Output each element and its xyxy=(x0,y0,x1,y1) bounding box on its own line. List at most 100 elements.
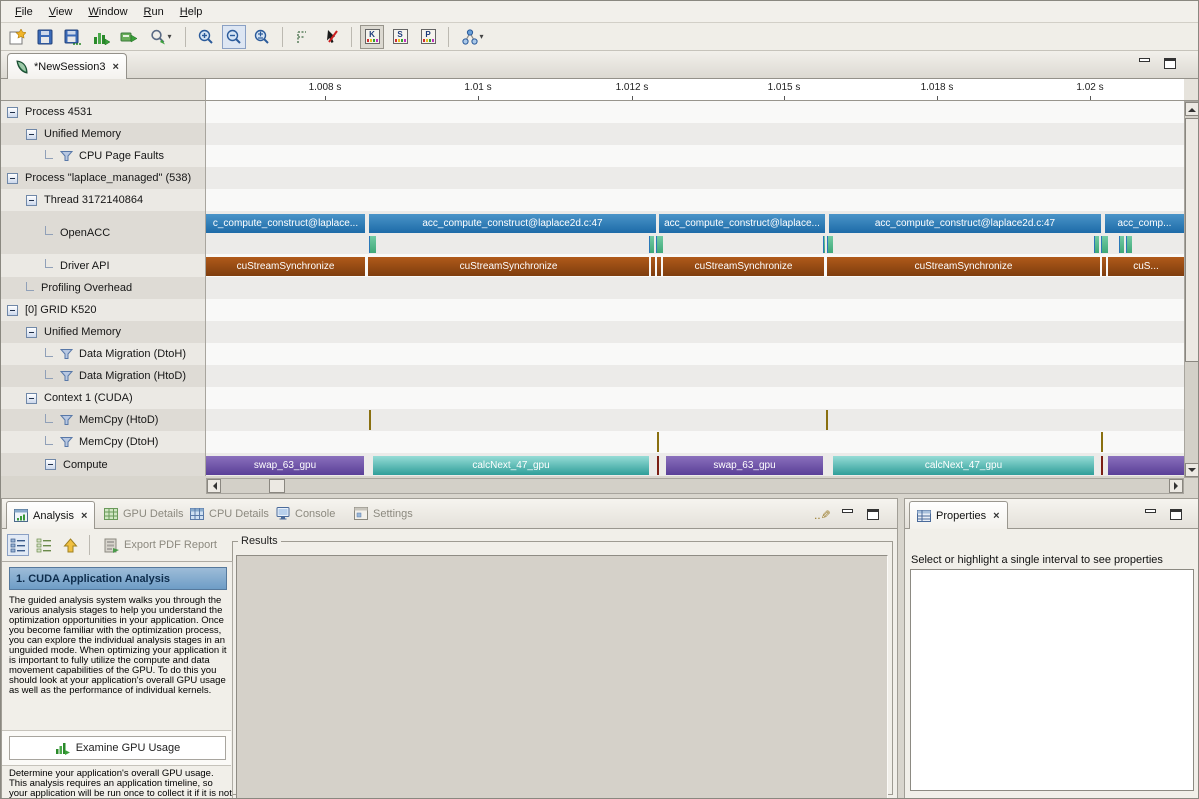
timeline-bar-calc[interactable]: calcNext_47_gpu xyxy=(373,456,649,475)
tree-row[interactable]: Data Migration (HtoD) xyxy=(1,365,205,387)
marker-f-button[interactable] xyxy=(291,25,315,49)
tree-expander-minus[interactable] xyxy=(7,173,18,184)
minimize-editor-icon[interactable] xyxy=(1139,58,1150,67)
vscroll-thumb[interactable] xyxy=(1185,118,1199,362)
timeline-bar-tick[interactable] xyxy=(826,410,828,430)
timeline-row[interactable] xyxy=(206,145,1184,167)
timeline-bar-driver[interactable]: cuStreamSynchronize xyxy=(206,257,365,276)
timeline-row[interactable] xyxy=(206,299,1184,321)
timeline-row[interactable] xyxy=(206,431,1184,453)
find-dropdown-caret[interactable]: ▾ xyxy=(167,32,171,41)
tab-analysis[interactable]: Analysis × xyxy=(6,501,95,529)
timeline-bar-driver[interactable]: cuStreamSynchronize xyxy=(827,257,1100,276)
zoom-fit-button[interactable] xyxy=(250,25,274,49)
timeline-row[interactable] xyxy=(206,409,1184,431)
scroll-left-icon[interactable] xyxy=(207,479,221,493)
menu-view[interactable]: View xyxy=(41,4,81,20)
save-session-button[interactable] xyxy=(33,25,57,49)
back-up-stage-button[interactable] xyxy=(59,534,81,556)
tree-row[interactable]: Driver API xyxy=(1,254,205,277)
zoom-in-button[interactable] xyxy=(194,25,218,49)
timeline-bar-redtick[interactable] xyxy=(657,456,659,475)
tab-analysis-close-icon[interactable]: × xyxy=(81,510,87,522)
timeline-bar-acc[interactable]: acc_compute_construct@laplace2d.c:47 xyxy=(369,214,656,233)
timeline-bar-marker[interactable] xyxy=(1094,236,1099,253)
tree-row[interactable]: MemCpy (DtoH) xyxy=(1,431,205,453)
tab-gpu-details[interactable]: GPU Details xyxy=(104,499,184,528)
tab-properties-close-icon[interactable]: × xyxy=(993,510,999,522)
tree-row[interactable]: Unified Memory xyxy=(1,321,205,343)
tree-expander-minus[interactable] xyxy=(26,327,37,338)
view-menu-icon[interactable]: ✎.. xyxy=(814,500,831,529)
tree-row[interactable]: OpenACC xyxy=(1,211,205,254)
dependency-dropdown-caret[interactable]: ▾ xyxy=(479,32,483,41)
stream-colormap-button[interactable]: S xyxy=(388,25,412,49)
menu-file[interactable]: File xyxy=(7,4,41,20)
process-colormap-button[interactable]: P xyxy=(416,25,440,49)
tree-row[interactable]: Context 1 (CUDA) xyxy=(1,387,205,409)
reset-data-button[interactable] xyxy=(117,25,141,49)
timeline-bar-marker[interactable] xyxy=(369,236,376,253)
timeline-bar-marker[interactable] xyxy=(827,236,833,253)
tree-row[interactable]: Thread 3172140864 xyxy=(1,189,205,211)
tree-row[interactable]: Process "laplace_managed" (538) xyxy=(1,167,205,189)
timeline-bar-marker[interactable] xyxy=(1101,236,1108,253)
timeline-bar-tick[interactable] xyxy=(657,432,659,452)
minimize-analysis-icon[interactable] xyxy=(842,509,853,518)
save-session-as-button[interactable] xyxy=(61,25,85,49)
tab-settings[interactable]: Settings xyxy=(354,499,413,528)
tree-row[interactable]: CPU Page Faults xyxy=(1,145,205,167)
timeline-row[interactable] xyxy=(206,387,1184,409)
session-tab[interactable]: *NewSession3 × xyxy=(7,53,127,79)
timeline-row[interactable]: c_compute_construct@laplace...acc_comput… xyxy=(206,211,1184,254)
timeline-row[interactable] xyxy=(206,321,1184,343)
timeline-bar-marker[interactable] xyxy=(1126,236,1132,253)
timeline-bar-driver[interactable]: cuS... xyxy=(1108,257,1184,276)
timeline-bar-marker[interactable] xyxy=(656,236,663,253)
timeline-row[interactable] xyxy=(206,167,1184,189)
analyze-application-button[interactable] xyxy=(89,25,113,49)
timeline-canvas[interactable]: c_compute_construct@laplace...acc_comput… xyxy=(206,101,1184,476)
menu-window[interactable]: Window xyxy=(80,4,135,20)
maximize-analysis-icon[interactable] xyxy=(867,509,879,520)
timeline-ruler[interactable]: 1.008 s1.01 s1.012 s1.015 s1.018 s1.02 s xyxy=(206,79,1184,101)
timeline-bar-marker[interactable] xyxy=(649,236,654,253)
timeline-bar-driver[interactable] xyxy=(651,257,655,276)
tree-row[interactable]: MemCpy (HtoD) xyxy=(1,409,205,431)
scroll-up-icon[interactable] xyxy=(1185,102,1199,116)
menu-run[interactable]: Run xyxy=(136,4,172,20)
timeline-bar-tick[interactable] xyxy=(1101,432,1103,452)
tree-expander-minus[interactable] xyxy=(45,459,56,470)
tree-expander-minus[interactable] xyxy=(26,195,37,206)
tab-console[interactable]: Console xyxy=(276,499,335,528)
timeline-bar-acc[interactable]: c_compute_construct@laplace... xyxy=(206,214,365,233)
tree-row[interactable]: Unified Memory xyxy=(1,123,205,145)
maximize-properties-icon[interactable] xyxy=(1170,509,1182,520)
timeline-bar-marker[interactable] xyxy=(1119,236,1124,253)
export-pdf-report-button[interactable]: Export PDF Report xyxy=(98,535,223,556)
session-tab-close-icon[interactable]: × xyxy=(113,61,119,73)
timeline-bar-swap[interactable]: swap_63_gpu xyxy=(206,456,364,475)
scroll-down-icon[interactable] xyxy=(1185,463,1199,477)
timeline-bar-marker[interactable] xyxy=(823,236,825,253)
new-session-button[interactable] xyxy=(5,25,29,49)
tree-row[interactable]: Data Migration (DtoH) xyxy=(1,343,205,365)
tree-row[interactable]: Compute xyxy=(1,453,205,476)
selection-arrow-button[interactable] xyxy=(319,25,343,49)
tree-row[interactable]: Profiling Overhead xyxy=(1,277,205,299)
timeline-bar-redtick[interactable] xyxy=(1101,456,1103,475)
unguided-analysis-mode-button[interactable] xyxy=(33,534,55,556)
timeline-row[interactable]: cuStreamSynchronizecuStreamSynchronizecu… xyxy=(206,254,1184,277)
timeline-row[interactable]: swap_63_gpucalcNext_47_gpuswap_63_gpucal… xyxy=(206,453,1184,476)
timeline-bar-swap[interactable] xyxy=(1108,456,1184,475)
timeline-bar-driver[interactable] xyxy=(1102,257,1106,276)
timeline-bar-driver[interactable]: cuStreamSynchronize xyxy=(663,257,824,276)
scroll-right-icon[interactable] xyxy=(1169,479,1183,493)
vertical-scrollbar[interactable] xyxy=(1184,101,1199,478)
timeline-row[interactable] xyxy=(206,189,1184,211)
menu-help[interactable]: Help xyxy=(172,4,211,20)
timeline-row[interactable] xyxy=(206,365,1184,387)
find-button[interactable]: ▾ xyxy=(145,25,177,49)
timeline-bar-acc[interactable]: acc_compute_construct@laplace... xyxy=(659,214,825,233)
zoom-out-button[interactable] xyxy=(222,25,246,49)
